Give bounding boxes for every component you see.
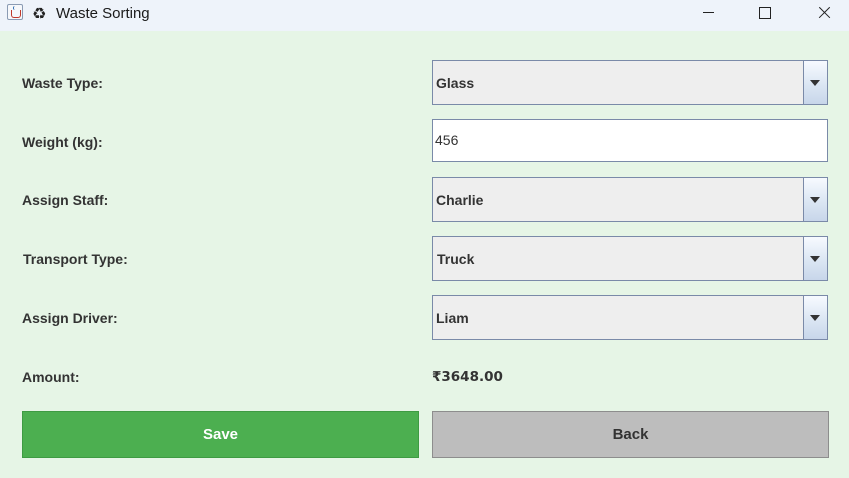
assign-staff-value: Charlie <box>436 192 484 208</box>
assign-driver-label: Assign Driver: <box>22 310 118 326</box>
transport-type-label: Transport Type: <box>23 251 128 267</box>
waste-type-dropdown[interactable]: Glass <box>432 60 828 105</box>
transport-type-value: Truck <box>437 251 475 267</box>
save-button[interactable]: Save <box>22 411 419 458</box>
java-app-icon[interactable] <box>7 4 23 20</box>
chevron-down-icon[interactable] <box>803 61 827 104</box>
transport-type-dropdown[interactable]: Truck <box>432 236 828 281</box>
amount-label: Amount: <box>22 369 80 385</box>
recycle-icon: ♻ <box>32 4 47 23</box>
title-bar: ♻ Waste Sorting <box>0 0 849 31</box>
maximize-button[interactable] <box>737 0 795 28</box>
assign-staff-label: Assign Staff: <box>22 192 109 208</box>
window-title: Waste Sorting <box>56 5 150 22</box>
assign-staff-dropdown[interactable]: Charlie <box>432 177 828 222</box>
assign-driver-dropdown[interactable]: Liam <box>432 295 828 340</box>
back-button[interactable]: Back <box>432 411 829 458</box>
chevron-down-icon[interactable] <box>803 296 827 339</box>
chevron-down-icon[interactable] <box>803 178 827 221</box>
waste-type-label: Waste Type: <box>22 75 103 91</box>
waste-type-value: Glass <box>436 75 475 91</box>
close-button[interactable] <box>795 0 849 28</box>
weight-label: Weight (kg): <box>22 134 103 150</box>
minimize-button[interactable] <box>680 0 738 28</box>
amount-value: ₹3648.00 <box>432 369 503 385</box>
assign-driver-value: Liam <box>436 310 469 326</box>
waste-sorting-window: ♻ Waste Sorting Waste Type: Glass Weight… <box>0 0 849 478</box>
weight-input[interactable]: 456 <box>432 119 828 162</box>
chevron-down-icon[interactable] <box>803 237 827 280</box>
